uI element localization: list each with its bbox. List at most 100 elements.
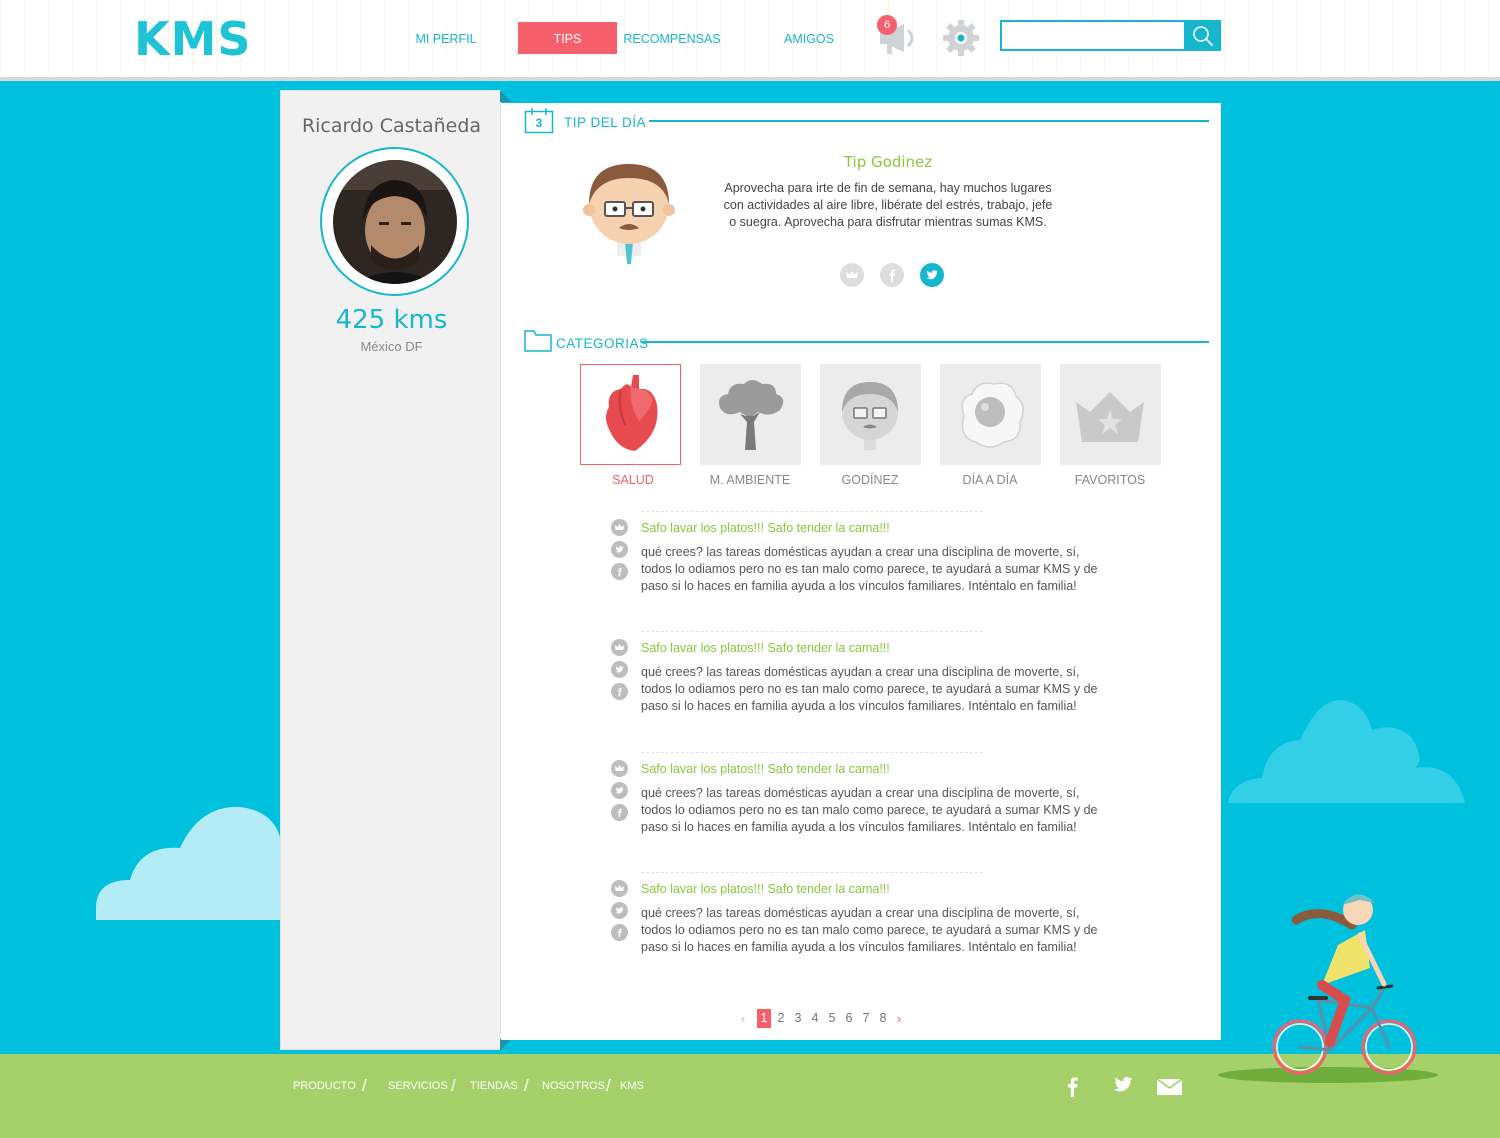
profile-sidebar: Ricardo Castañeda 425 kms México DF [280,90,501,1050]
cloud-left [96,806,282,920]
footer-separator: / [362,1076,367,1095]
crown-icon [615,885,624,891]
category-label-godinez[interactable]: GODÍNEZ [800,473,940,487]
panel-fold-bottom [500,1039,511,1051]
footer-link-servicios[interactable]: SERVICIOS [388,1080,448,1092]
facebook-icon [617,928,622,938]
search-icon [1193,26,1213,46]
page-6[interactable]: 6 [842,1009,856,1028]
folder-icon [524,330,552,352]
user-city: México DF [360,339,423,354]
top-header: KMS MI PERFIL TIPS RECOMPENSAS AMIGOS 6 [0,0,1500,77]
header-divider [0,77,1500,81]
tip-twitter-button[interactable] [611,782,628,799]
category-medio-ambiente[interactable] [700,364,801,465]
user-name: Ricardo Castañeda [301,115,482,137]
tip-twitter-button[interactable] [611,541,628,558]
category-label-dia-a-dia[interactable]: DÍA A DÍA [920,473,1060,487]
category-label-favoritos[interactable]: FAVORITOS [1040,473,1180,487]
tip-item-title[interactable]: Safo lavar los platos!!! Safo tender la … [641,762,890,776]
category-salud[interactable] [580,364,681,465]
share-crown-button[interactable] [840,263,864,287]
footer-link-tiendas[interactable]: TIENDAS [470,1080,518,1092]
category-favoritos[interactable] [1060,364,1161,465]
crown-icon [846,271,858,278]
footer-link-producto[interactable]: PRODUCTO [293,1080,356,1092]
twitter-icon [615,546,624,553]
tip-crown-button[interactable] [611,519,628,536]
tip-crown-button[interactable] [611,639,628,656]
footer-link-nosotros[interactable]: NOSOTROS [542,1080,605,1092]
gear-icon[interactable] [942,19,980,57]
categorias-header: CATEGORIAS [524,330,1209,356]
share-twitter-button[interactable] [920,263,944,287]
godinez-character-icon [583,164,675,264]
godinez-face-icon [842,382,898,450]
nav-tips[interactable]: TIPS [518,22,617,54]
page-4[interactable]: 4 [808,1009,822,1028]
nav-mi-perfil[interactable]: MI PERFIL [408,22,484,54]
avatar-ring [320,147,469,296]
tip-facebook-button[interactable] [611,683,628,700]
pagination-prev[interactable]: ‹ [741,1009,745,1028]
page-3[interactable]: 3 [791,1009,805,1028]
categorias-title: CATEGORIAS [556,336,649,351]
tip-divider [641,631,983,632]
crown-icon [615,765,624,771]
fried-egg-icon [961,382,1024,448]
nav-amigos[interactable]: AMIGOS [776,22,842,54]
crown-icon [1076,392,1144,442]
facebook-icon [617,567,622,577]
facebook-icon[interactable] [1063,1074,1083,1098]
nav-recompensas[interactable]: RECOMPENSAS [622,22,722,54]
tips-panel: 3 TIP DEL DÍA Tip Godinez Aprovecha para… [501,103,1221,1040]
tip-divider [641,872,983,873]
section-divider [649,120,1209,122]
grass-ground [0,1054,1500,1138]
tip-facebook-button[interactable] [611,563,628,580]
footer-link-kms[interactable]: KMS [620,1080,644,1092]
page-7[interactable]: 7 [859,1009,873,1028]
tip-item-title[interactable]: Safo lavar los platos!!! Safo tender la … [641,521,890,535]
facebook-icon [617,808,622,818]
calendar-day: 3 [535,116,543,130]
cyclist-rider [1291,894,1387,1047]
category-godinez[interactable] [820,364,921,465]
twitter-icon [926,270,938,280]
page-2[interactable]: 2 [774,1009,788,1028]
tip-twitter-button[interactable] [611,902,628,919]
tip-item-title[interactable]: Safo lavar los platos!!! Safo tender la … [641,641,890,655]
twitter-icon[interactable] [1106,1074,1134,1098]
pagination-next[interactable]: › [897,1009,901,1028]
page-8[interactable]: 8 [876,1009,890,1028]
footer-separator: / [451,1076,456,1095]
tip-facebook-button[interactable] [611,804,628,821]
tip-item-body: qué crees? las tareas domésticas ayudan … [641,545,1098,593]
tip-item-body: qué crees? las tareas domésticas ayudan … [641,786,1098,834]
search-button[interactable] [1184,20,1221,51]
kms-logo[interactable]: KMS [134,12,252,66]
tip-text: Aprovecha para irte de fin de semana, ha… [723,181,1053,229]
panel-fold-top [500,90,511,102]
mail-icon[interactable] [1156,1074,1183,1098]
category-label-medio-ambiente[interactable]: M. AMBIENTE [680,473,820,487]
notification-badge: 6 [877,15,897,35]
crown-icon [615,524,624,530]
avatar[interactable] [333,160,457,284]
crown-icon [615,644,624,650]
category-dia-a-dia[interactable] [940,364,1041,465]
twitter-icon [615,666,624,673]
page-1[interactable]: 1 [757,1009,771,1028]
search-input[interactable] [1000,20,1185,51]
share-facebook-button[interactable] [880,263,904,287]
tip-item-body: qué crees? las tareas domésticas ayudan … [641,906,1098,954]
tip-crown-button[interactable] [611,760,628,777]
tip-twitter-button[interactable] [611,661,628,678]
tip-divider [641,752,983,753]
twitter-icon [615,907,624,914]
tip-item-title[interactable]: Safo lavar los platos!!! Safo tender la … [641,882,890,896]
tip-title: Tip Godinez [843,153,933,171]
tip-crown-button[interactable] [611,880,628,897]
page-5[interactable]: 5 [825,1009,839,1028]
tip-facebook-button[interactable] [611,924,628,941]
